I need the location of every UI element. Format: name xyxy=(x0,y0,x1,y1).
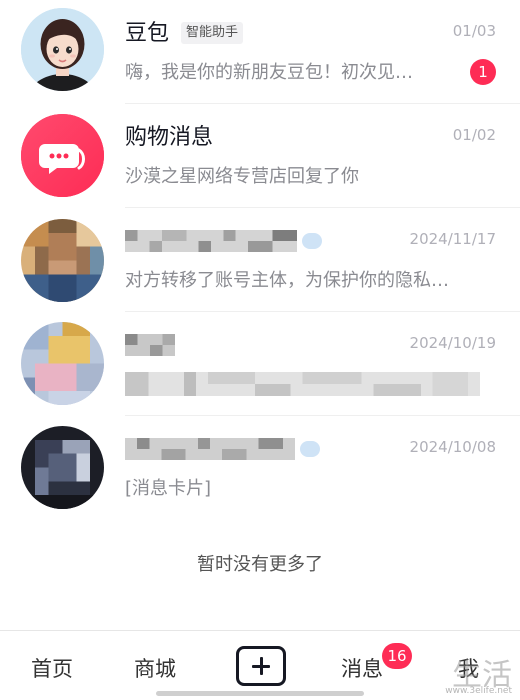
ai-assistant-avatar[interactable] xyxy=(21,8,104,91)
pixelated-avatar[interactable] xyxy=(21,219,104,302)
blurred-name xyxy=(125,230,297,252)
conversation-preview: 沙漠之星网络专营店回复了你 xyxy=(125,166,359,187)
conversation-row-4[interactable]: 2024/10/19 xyxy=(0,312,520,416)
conversation-title: 豆包 xyxy=(125,21,170,46)
conversation-date: 2024/10/19 xyxy=(409,334,496,352)
conversation-date: 01/02 xyxy=(452,126,496,144)
create-plus-button[interactable] xyxy=(236,646,286,686)
pixelated-avatar[interactable] xyxy=(21,426,104,509)
tab-messages[interactable]: 消息 xyxy=(341,653,383,683)
watermark-url: www.3elife.net xyxy=(445,686,512,696)
conversation-preview: 对方转移了账号主体，为保护你的隐私… xyxy=(125,270,449,291)
conversation-title: 购物消息 xyxy=(125,125,214,150)
blurred-name xyxy=(125,334,175,356)
tab-home[interactable]: 首页 xyxy=(31,653,73,683)
conversation-date: 01/03 xyxy=(452,22,496,40)
verified-icon xyxy=(302,233,322,249)
pixelated-avatar[interactable] xyxy=(21,322,104,405)
shopping-avatar[interactable] xyxy=(21,114,104,197)
verified-icon xyxy=(300,441,320,457)
conversation-row-doubao[interactable]: 豆包 智能助手 01/03 嗨，我是你的新朋友豆包！初次见… 1 xyxy=(0,0,520,104)
conversation-preview: 嗨，我是你的新朋友豆包！初次见… xyxy=(125,62,413,83)
conversation-date: 2024/10/08 xyxy=(409,438,496,456)
conversation-row-shopping[interactable]: 购物消息 01/02 沙漠之星网络专营店回复了你 xyxy=(0,104,520,208)
home-indicator xyxy=(156,691,364,696)
chat-bubble-icon xyxy=(21,114,104,197)
conversation-date: 2024/11/17 xyxy=(409,230,496,248)
blurred-name xyxy=(125,438,295,460)
conversation-row-5[interactable]: 2024/10/08 [消息卡片] xyxy=(0,416,520,520)
assistant-tag: 智能助手 xyxy=(181,22,244,44)
bottom-tab-bar: 首页 商城 消息 我 xyxy=(0,630,520,700)
unread-badge: 1 xyxy=(470,59,496,85)
conversation-row-3[interactable]: 2024/11/17 对方转移了账号主体，为保护你的隐私… xyxy=(0,208,520,312)
no-more-text: 暂时没有更多了 xyxy=(197,554,323,575)
blurred-preview xyxy=(125,372,480,396)
messages-badge: 16 xyxy=(382,643,412,669)
tab-mall[interactable]: 商城 xyxy=(134,653,176,683)
conversation-preview: [消息卡片] xyxy=(125,478,212,499)
